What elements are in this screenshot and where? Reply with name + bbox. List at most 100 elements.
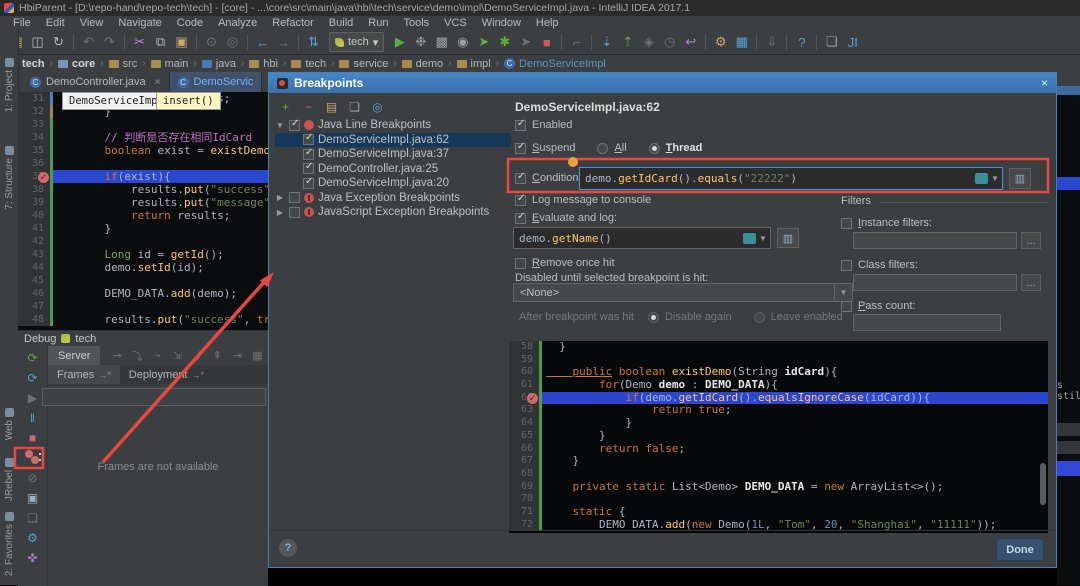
- breadcrumb-item-main[interactable]: main: [151, 58, 189, 70]
- menu-vcs[interactable]: VCS: [437, 16, 474, 30]
- remove-once-checkbox[interactable]: [515, 258, 526, 269]
- help-button[interactable]: ?: [279, 539, 297, 557]
- project-structure-icon[interactable]: ▦: [731, 33, 752, 52]
- menu-analyze[interactable]: Analyze: [211, 16, 264, 30]
- tool-window-button-project[interactable]: 1: Project: [0, 58, 18, 112]
- lock-icon[interactable]: ◈: [638, 33, 659, 52]
- breadcrumb-item-demoserviceimpl[interactable]: CDemoServiceImpl: [504, 58, 606, 70]
- breakpoint-icon[interactable]: ✓: [38, 172, 49, 183]
- show-execution-point-icon[interactable]: ➞: [108, 346, 126, 365]
- pass-count-checkbox[interactable]: [841, 301, 852, 312]
- class-filters-input[interactable]: [853, 274, 1017, 291]
- pass-count-input[interactable]: [853, 314, 1001, 331]
- replace-icon[interactable]: ◎: [222, 33, 243, 52]
- insert-value-icon[interactable]: [743, 233, 756, 244]
- tab-server[interactable]: Server: [48, 346, 100, 365]
- menu-build[interactable]: Build: [322, 16, 360, 30]
- breadcrumb-item-impl[interactable]: impl: [457, 58, 491, 70]
- resume-icon[interactable]: ▶: [25, 390, 41, 405]
- step-over-icon[interactable]: ⤵: [128, 346, 146, 365]
- class-filters-checkbox[interactable]: [841, 260, 852, 271]
- group-by-file-icon[interactable]: ▤: [323, 98, 340, 115]
- breakpoint-code-preview[interactable]: 58 }5960 public boolean existDemo(String…: [509, 341, 1048, 533]
- insert-value-icon[interactable]: [975, 173, 988, 184]
- instance-filters-more-button[interactable]: ...: [1021, 232, 1041, 249]
- forward-icon[interactable]: →: [273, 33, 294, 52]
- expand-condition-button[interactable]: ▥: [1009, 168, 1031, 189]
- chevron-down-icon[interactable]: ▼: [988, 174, 1002, 183]
- find-icon[interactable]: ⊙: [201, 33, 222, 52]
- remove-breakpoint-icon[interactable]: −: [300, 98, 317, 115]
- evaluate-input[interactable]: demo.getName() ▼: [513, 227, 771, 249]
- stop-icon[interactable]: ■: [536, 33, 557, 52]
- attach-icon[interactable]: ◉: [452, 33, 473, 52]
- breadcrumb-item-tech[interactable]: tech: [291, 58, 326, 70]
- tree-group-javascript-exception-breakpoints[interactable]: ▶JavaScript Exception Breakpoints: [275, 205, 511, 220]
- done-button[interactable]: Done: [996, 538, 1044, 561]
- save-icon[interactable]: ◫: [27, 33, 48, 52]
- pause-icon[interactable]: ‖: [25, 410, 41, 425]
- close-icon[interactable]: ×: [155, 77, 161, 88]
- sort-icon[interactable]: ⇅: [303, 33, 324, 52]
- debug-settings-icon[interactable]: ⚙: [25, 530, 41, 545]
- download-icon[interactable]: ⇩: [761, 33, 782, 52]
- breakpoint-icon[interactable]: ✓: [527, 393, 538, 404]
- menu-help[interactable]: Help: [529, 16, 566, 30]
- breadcrumb-item-demo[interactable]: demo: [402, 58, 444, 70]
- help-icon[interactable]: ?: [791, 33, 812, 52]
- copy-icon[interactable]: ⧉: [150, 33, 171, 52]
- instance-filters-input[interactable]: [853, 232, 1017, 249]
- code-editor[interactable]: 31 return results;32 }3334 // 判断是否存在相同Id…: [18, 92, 268, 330]
- undo-icon[interactable]: ↶: [78, 33, 99, 52]
- stop-icon[interactable]: ■: [25, 430, 41, 445]
- menu-run[interactable]: Run: [361, 16, 395, 30]
- disabled-until-dropdown[interactable]: <None> ▼: [513, 283, 853, 302]
- frames-dropdown[interactable]: [42, 388, 266, 406]
- tree-item-demoserviceimpl-java-37[interactable]: DemoServiceImpl.java:37: [275, 147, 511, 162]
- step-into-icon[interactable]: ⤷: [148, 346, 166, 365]
- cut-icon[interactable]: ✂: [129, 33, 150, 52]
- dialog-title-bar[interactable]: Breakpoints ×: [269, 73, 1056, 93]
- jrebel-panel-icon[interactable]: JI: [842, 33, 863, 52]
- bootstrap-icon[interactable]: ⌐: [566, 33, 587, 52]
- menu-tools[interactable]: Tools: [396, 16, 436, 30]
- tool-window-button-jrebel[interactable]: JRebel: [0, 458, 18, 501]
- enabled-checkbox[interactable]: [515, 120, 526, 131]
- settings-icon[interactable]: ⚙: [710, 33, 731, 52]
- menu-edit[interactable]: Edit: [39, 16, 72, 30]
- view-breakpoints-icon[interactable]: ▣: [25, 490, 41, 505]
- preview-scrollbar[interactable]: [1040, 463, 1046, 505]
- menu-navigate[interactable]: Navigate: [111, 16, 168, 30]
- run-config-selector[interactable]: tech▾: [329, 32, 384, 52]
- tree-item-demoserviceimpl-java-62[interactable]: DemoServiceImpl.java:62: [275, 133, 511, 148]
- export-icon[interactable]: ❏: [821, 33, 842, 52]
- update-app-icon[interactable]: ⟳: [25, 370, 41, 385]
- tool-window-button-web[interactable]: Web: [0, 408, 18, 440]
- menu-code[interactable]: Code: [170, 16, 210, 30]
- run-icon[interactable]: ▶: [389, 33, 410, 52]
- disable-again-radio[interactable]: [648, 312, 659, 323]
- expand-evaluate-button[interactable]: ▥: [777, 228, 799, 248]
- instance-filters-checkbox[interactable]: [841, 218, 852, 229]
- menu-refactor[interactable]: Refactor: [265, 16, 321, 30]
- tree-group-java-exception-breakpoints[interactable]: ▶Java Exception Breakpoints: [275, 191, 511, 206]
- chevron-down-icon[interactable]: ▼: [834, 284, 852, 301]
- editor-tab-demoservic[interactable]: CDemoServic: [170, 72, 263, 92]
- condition-input[interactable]: demo.getIdCard().equals("22222") ▼: [579, 167, 1003, 190]
- thread-dump-icon[interactable]: ⊘: [25, 470, 41, 485]
- run-to-cursor-icon[interactable]: ⇥: [228, 346, 246, 365]
- profiler-icon[interactable]: ➤: [515, 33, 536, 52]
- coverage-icon[interactable]: ▩: [431, 33, 452, 52]
- group-by-class-icon[interactable]: ❏: [346, 98, 363, 115]
- editor-tab-democontroller-java[interactable]: CDemoController.java×: [22, 72, 170, 92]
- back-icon[interactable]: ←: [252, 33, 273, 52]
- menu-file[interactable]: File: [6, 16, 38, 30]
- mute-breakpoints-button[interactable]: [25, 450, 41, 465]
- history-icon[interactable]: ◷: [659, 33, 680, 52]
- breadcrumb-item-java[interactable]: java: [202, 58, 236, 70]
- jrebel-run-icon[interactable]: ➤: [473, 33, 494, 52]
- breadcrumb-item-service[interactable]: service: [339, 58, 388, 70]
- paste-icon[interactable]: ▣: [171, 33, 192, 52]
- close-icon[interactable]: ×: [1041, 76, 1048, 90]
- evaluate-log-checkbox[interactable]: [515, 213, 526, 224]
